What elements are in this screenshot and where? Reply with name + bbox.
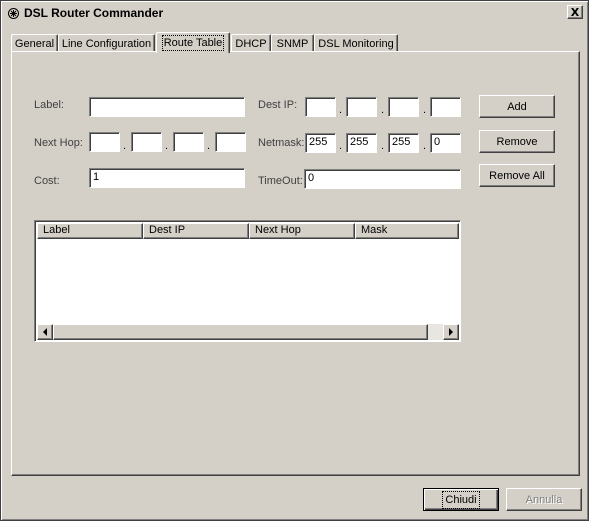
tab-snmp[interactable]: SNMP	[271, 34, 314, 52]
netmask-dot: .	[423, 140, 427, 152]
route-table-panel: Label: Dest IP: . . . Add Next Hop: . . …	[11, 51, 580, 476]
app-window: DSL Router Commander X General Line Conf…	[0, 0, 589, 521]
cost-caption: Cost:	[34, 175, 60, 187]
dest-ip-dot: .	[381, 104, 385, 116]
dest-ip-octet-4[interactable]	[430, 97, 461, 117]
column-header-dest-ip[interactable]: Dest IP	[143, 223, 249, 239]
netmask-octet-4[interactable]: 0	[430, 133, 461, 153]
netmask-octet-1[interactable]: 255	[305, 133, 336, 153]
next-hop-caption: Next Hop:	[34, 137, 83, 149]
remove-all-button[interactable]: Remove All	[479, 164, 555, 187]
next-hop-octet-3[interactable]	[173, 132, 204, 152]
remove-button[interactable]: Remove	[479, 130, 555, 153]
timeout-caption: TimeOut:	[258, 175, 303, 187]
route-list[interactable]: Label Dest IP Next Hop Mask	[34, 220, 461, 342]
dest-ip-octet-3[interactable]	[388, 97, 419, 117]
tab-dsl-monitoring[interactable]: DSL Monitoring	[314, 34, 398, 52]
chiudi-button[interactable]: Chiudi	[423, 488, 499, 511]
netmask-octet-3[interactable]: 255	[388, 133, 419, 153]
add-button[interactable]: Add	[479, 95, 555, 118]
next-hop-octet-2[interactable]	[131, 132, 162, 152]
tab-route-table[interactable]: Route Table	[156, 32, 230, 53]
next-hop-octet-1[interactable]	[89, 132, 120, 152]
close-button[interactable]: X	[567, 5, 583, 19]
title-bar[interactable]: DSL Router Commander X	[4, 4, 585, 22]
horizontal-scrollbar[interactable]	[37, 324, 459, 340]
column-header-next-hop[interactable]: Next Hop	[249, 223, 355, 239]
scroll-right-arrow-icon[interactable]	[443, 324, 459, 340]
next-hop-octet-4[interactable]	[215, 132, 246, 152]
column-header-label[interactable]: Label	[37, 223, 143, 239]
netmask-dot: .	[381, 140, 385, 152]
router-icon	[6, 6, 20, 20]
timeout-input[interactable]: 0	[304, 169, 461, 189]
tab-dhcp[interactable]: DHCP	[231, 34, 271, 52]
window-title: DSL Router Commander	[24, 6, 164, 20]
tab-line-configuration[interactable]: Line Configuration	[58, 34, 155, 52]
route-list-header: Label Dest IP Next Hop Mask	[37, 223, 459, 239]
next-hop-dot: .	[207, 140, 211, 152]
tab-general[interactable]: General	[11, 34, 58, 52]
dest-ip-dot: .	[339, 104, 343, 116]
close-icon: X	[570, 5, 580, 19]
dest-ip-caption: Dest IP:	[258, 99, 298, 111]
netmask-caption: Netmask:	[258, 137, 305, 149]
scroll-left-arrow-icon[interactable]	[37, 324, 53, 340]
dest-ip-octet-1[interactable]	[305, 97, 336, 117]
netmask-octet-2[interactable]: 255	[346, 133, 377, 153]
next-hop-dot: .	[165, 140, 169, 152]
scrollbar-thumb[interactable]	[53, 324, 428, 340]
next-hop-dot: .	[123, 140, 127, 152]
cost-input[interactable]: 1	[89, 168, 245, 188]
label-caption: Label:	[34, 99, 64, 111]
dest-ip-octet-2[interactable]	[346, 97, 377, 117]
netmask-dot: .	[339, 140, 343, 152]
column-header-mask[interactable]: Mask	[355, 223, 459, 239]
dest-ip-dot: .	[423, 104, 427, 116]
annulla-button[interactable]: Annulla	[506, 488, 582, 511]
label-input[interactable]	[89, 97, 245, 117]
